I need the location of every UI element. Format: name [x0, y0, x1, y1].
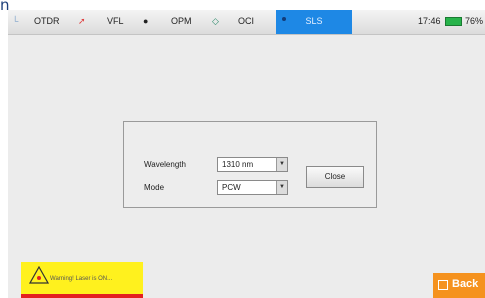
wavelength-value: 1310 nm [222, 160, 254, 169]
warning-text: Warning! Laser is ON... [50, 276, 113, 282]
tab-oci[interactable]: OCI [238, 16, 254, 27]
connector-icon: ◇ [212, 16, 219, 26]
tab-sls-label: SLS [305, 16, 323, 26]
wavelength-select[interactable]: 1310 nm ▼ [217, 157, 288, 172]
tab-otdr[interactable]: OTDR [34, 16, 60, 27]
mode-select[interactable]: PCW ▼ [217, 180, 288, 195]
tab-sls[interactable]: SLS [276, 10, 352, 34]
device-screen: └ OTDR ➚ VFL ● OPM ◇ OCI SLS 17:46 76% W… [8, 10, 485, 298]
close-button[interactable]: Close [306, 166, 364, 188]
laser-pointer-icon: ➚ [78, 16, 86, 26]
chevron-down-icon: ▼ [276, 158, 287, 171]
power-meter-icon: ● [143, 16, 149, 26]
laser-settings-dialog: Wavelength 1310 nm ▼ Mode PCW ▼ Close [123, 121, 377, 208]
battery-icon [445, 17, 462, 26]
chevron-down-icon: ▼ [276, 181, 287, 194]
back-icon [438, 280, 448, 290]
clock: 17:46 [418, 16, 441, 26]
wavelength-label: Wavelength [144, 160, 186, 169]
tab-vfl[interactable]: VFL [107, 16, 124, 27]
tab-opm[interactable]: OPM [171, 16, 192, 27]
tab-bar: └ OTDR ➚ VFL ● OPM ◇ OCI SLS 17:46 76% [8, 10, 485, 35]
laser-warning-banner: Warning! Laser is ON... [21, 262, 143, 298]
warning-icon [29, 266, 49, 284]
mode-label: Mode [144, 183, 165, 192]
graph-icon: └ [12, 16, 19, 26]
back-button[interactable]: Back [433, 273, 485, 298]
battery-percent: 76% [465, 16, 484, 26]
back-label: Back [452, 278, 479, 290]
mode-value: PCW [222, 183, 241, 192]
